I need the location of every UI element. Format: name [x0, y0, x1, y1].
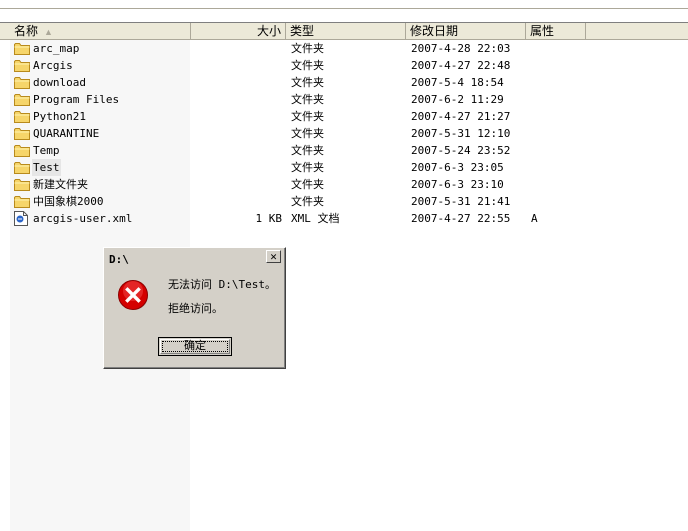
- file-size: [190, 176, 282, 193]
- file-type: 文件夹: [291, 161, 324, 174]
- file-name: 新建文件夹: [33, 178, 88, 191]
- file-modified: 2007-5-24 23:52: [411, 144, 511, 157]
- file-row[interactable]: arcgis-user.xml 1 KB XML 文档 2007-4-27 22:55…: [0, 210, 688, 227]
- file-row[interactable]: Arcgis 文件夹 2007-4-27 22:48: [0, 57, 688, 74]
- file-attributes: A: [531, 212, 538, 225]
- file-name: Program Files: [33, 93, 120, 106]
- column-name-label: 名称: [14, 24, 39, 38]
- file-name: arc_map: [33, 42, 80, 55]
- column-header-modified[interactable]: 修改日期: [406, 23, 526, 39]
- file-modified: 2007-6-2 11:29: [411, 93, 504, 106]
- file-type: 文件夹: [291, 42, 324, 55]
- column-modified-label: 修改日期: [410, 24, 459, 38]
- folder-icon: [14, 43, 30, 55]
- file-size: [190, 125, 282, 142]
- file-modified: 2007-4-28 22:03: [411, 42, 511, 55]
- column-header-type[interactable]: 类型: [286, 23, 406, 39]
- file-row[interactable]: QUARANTINE 文件夹 2007-5-31 12:10: [0, 125, 688, 142]
- error-icon: [118, 280, 148, 310]
- file-name: arcgis-user.xml: [33, 212, 133, 225]
- dialog-message-line2: 拒绝访问。: [168, 302, 223, 315]
- file-name: QUARANTINE: [33, 127, 100, 140]
- file-name: 中国象棋2000: [33, 195, 104, 208]
- file-modified: 2007-4-27 22:55: [411, 212, 511, 225]
- file-row[interactable]: arc_map 文件夹 2007-4-28 22:03: [0, 40, 688, 57]
- file-name-cell[interactable]: arcgis-user.xml: [14, 210, 133, 227]
- file-row[interactable]: 中国象棋2000 文件夹 2007-5-31 21:41: [0, 193, 688, 210]
- file-type: 文件夹: [291, 76, 324, 89]
- file-size: [190, 142, 282, 159]
- folder-icon: [14, 196, 30, 208]
- file-name-cell[interactable]: Arcgis: [14, 57, 74, 74]
- file-name-cell[interactable]: arc_map: [14, 40, 80, 57]
- file-modified: 2007-5-4 18:54: [411, 76, 504, 89]
- column-header: 名称 ▲ 大小 类型 修改日期 属性: [0, 23, 688, 40]
- file-modified: 2007-6-3 23:10: [411, 178, 504, 191]
- ok-button-label: 确定: [184, 339, 206, 352]
- close-icon[interactable]: ✕: [266, 250, 281, 263]
- file-name: download: [33, 76, 86, 89]
- file-type: 文件夹: [291, 195, 324, 208]
- column-size-label: 大小: [256, 24, 281, 38]
- folder-icon: [14, 77, 30, 89]
- dialog-message-line1: 无法访问 D:\Test。: [168, 278, 276, 291]
- column-type-label: 类型: [290, 24, 315, 38]
- file-modified: 2007-4-27 21:27: [411, 110, 511, 123]
- file-type: 文件夹: [291, 127, 324, 140]
- file-size: [190, 159, 282, 176]
- file-row[interactable]: Python21 文件夹 2007-4-27 21:27: [0, 108, 688, 125]
- sort-ascending-icon: ▲: [44, 27, 53, 37]
- file-row[interactable]: Test 文件夹 2007-6-3 23:05: [0, 159, 688, 176]
- file-name-cell[interactable]: QUARANTINE: [14, 125, 100, 142]
- column-header-attributes[interactable]: 属性: [526, 23, 586, 39]
- folder-icon: [14, 60, 30, 72]
- file-row[interactable]: download 文件夹 2007-5-4 18:54: [0, 74, 688, 91]
- column-attributes-label: 属性: [530, 24, 555, 38]
- file-type: 文件夹: [291, 144, 324, 157]
- file-size: [190, 40, 282, 57]
- folder-icon: [14, 145, 30, 157]
- file-name-cell[interactable]: Program Files: [14, 91, 120, 108]
- file-name: Arcgis: [33, 59, 73, 72]
- file-modified: 2007-5-31 21:41: [411, 195, 511, 208]
- folder-icon: [14, 128, 30, 140]
- toolbar-area: [0, 0, 688, 23]
- file-size: [190, 74, 282, 91]
- column-header-name[interactable]: 名称 ▲: [10, 23, 191, 39]
- file-type: 文件夹: [291, 59, 324, 72]
- file-type: 文件夹: [291, 93, 324, 106]
- folder-icon: [14, 162, 30, 174]
- file-name: Test: [32, 159, 61, 176]
- file-type: 文件夹: [291, 110, 324, 123]
- ok-button[interactable]: 确定: [158, 337, 232, 356]
- folder-icon: [14, 94, 30, 106]
- file-modified: 2007-4-27 22:48: [411, 59, 511, 72]
- file-name-cell[interactable]: Python21: [14, 108, 87, 125]
- file-size: [190, 57, 282, 74]
- folder-icon: [14, 179, 30, 191]
- file-type: XML 文档: [291, 212, 340, 225]
- column-header-size[interactable]: 大小: [191, 23, 286, 39]
- file-size: [190, 108, 282, 125]
- file-name-cell[interactable]: 中国象棋2000: [14, 193, 105, 210]
- file-modified: 2007-5-31 12:10: [411, 127, 511, 140]
- folder-icon: [14, 111, 30, 123]
- file-name: Python21: [33, 110, 86, 123]
- error-dialog: D:\ ✕ 无法访问 D:\Test。 拒绝访问。 确定: [103, 247, 286, 369]
- file-type: 文件夹: [291, 178, 324, 191]
- dialog-title: D:\: [107, 251, 282, 268]
- file-name-cell[interactable]: Test: [14, 159, 61, 176]
- file-row[interactable]: Temp 文件夹 2007-5-24 23:52: [0, 142, 688, 159]
- xml-file-icon: [14, 211, 28, 226]
- file-size: [190, 193, 282, 210]
- file-row[interactable]: 新建文件夹 文件夹 2007-6-3 23:10: [0, 176, 688, 193]
- file-name-cell[interactable]: download: [14, 74, 87, 91]
- file-modified: 2007-6-3 23:05: [411, 161, 504, 174]
- file-size: 1 KB: [255, 212, 283, 225]
- file-size: [190, 91, 282, 108]
- file-row[interactable]: Program Files 文件夹 2007-6-2 11:29: [0, 91, 688, 108]
- file-name-cell[interactable]: Temp: [14, 142, 61, 159]
- file-name: Temp: [33, 144, 60, 157]
- file-name-cell[interactable]: 新建文件夹: [14, 176, 89, 193]
